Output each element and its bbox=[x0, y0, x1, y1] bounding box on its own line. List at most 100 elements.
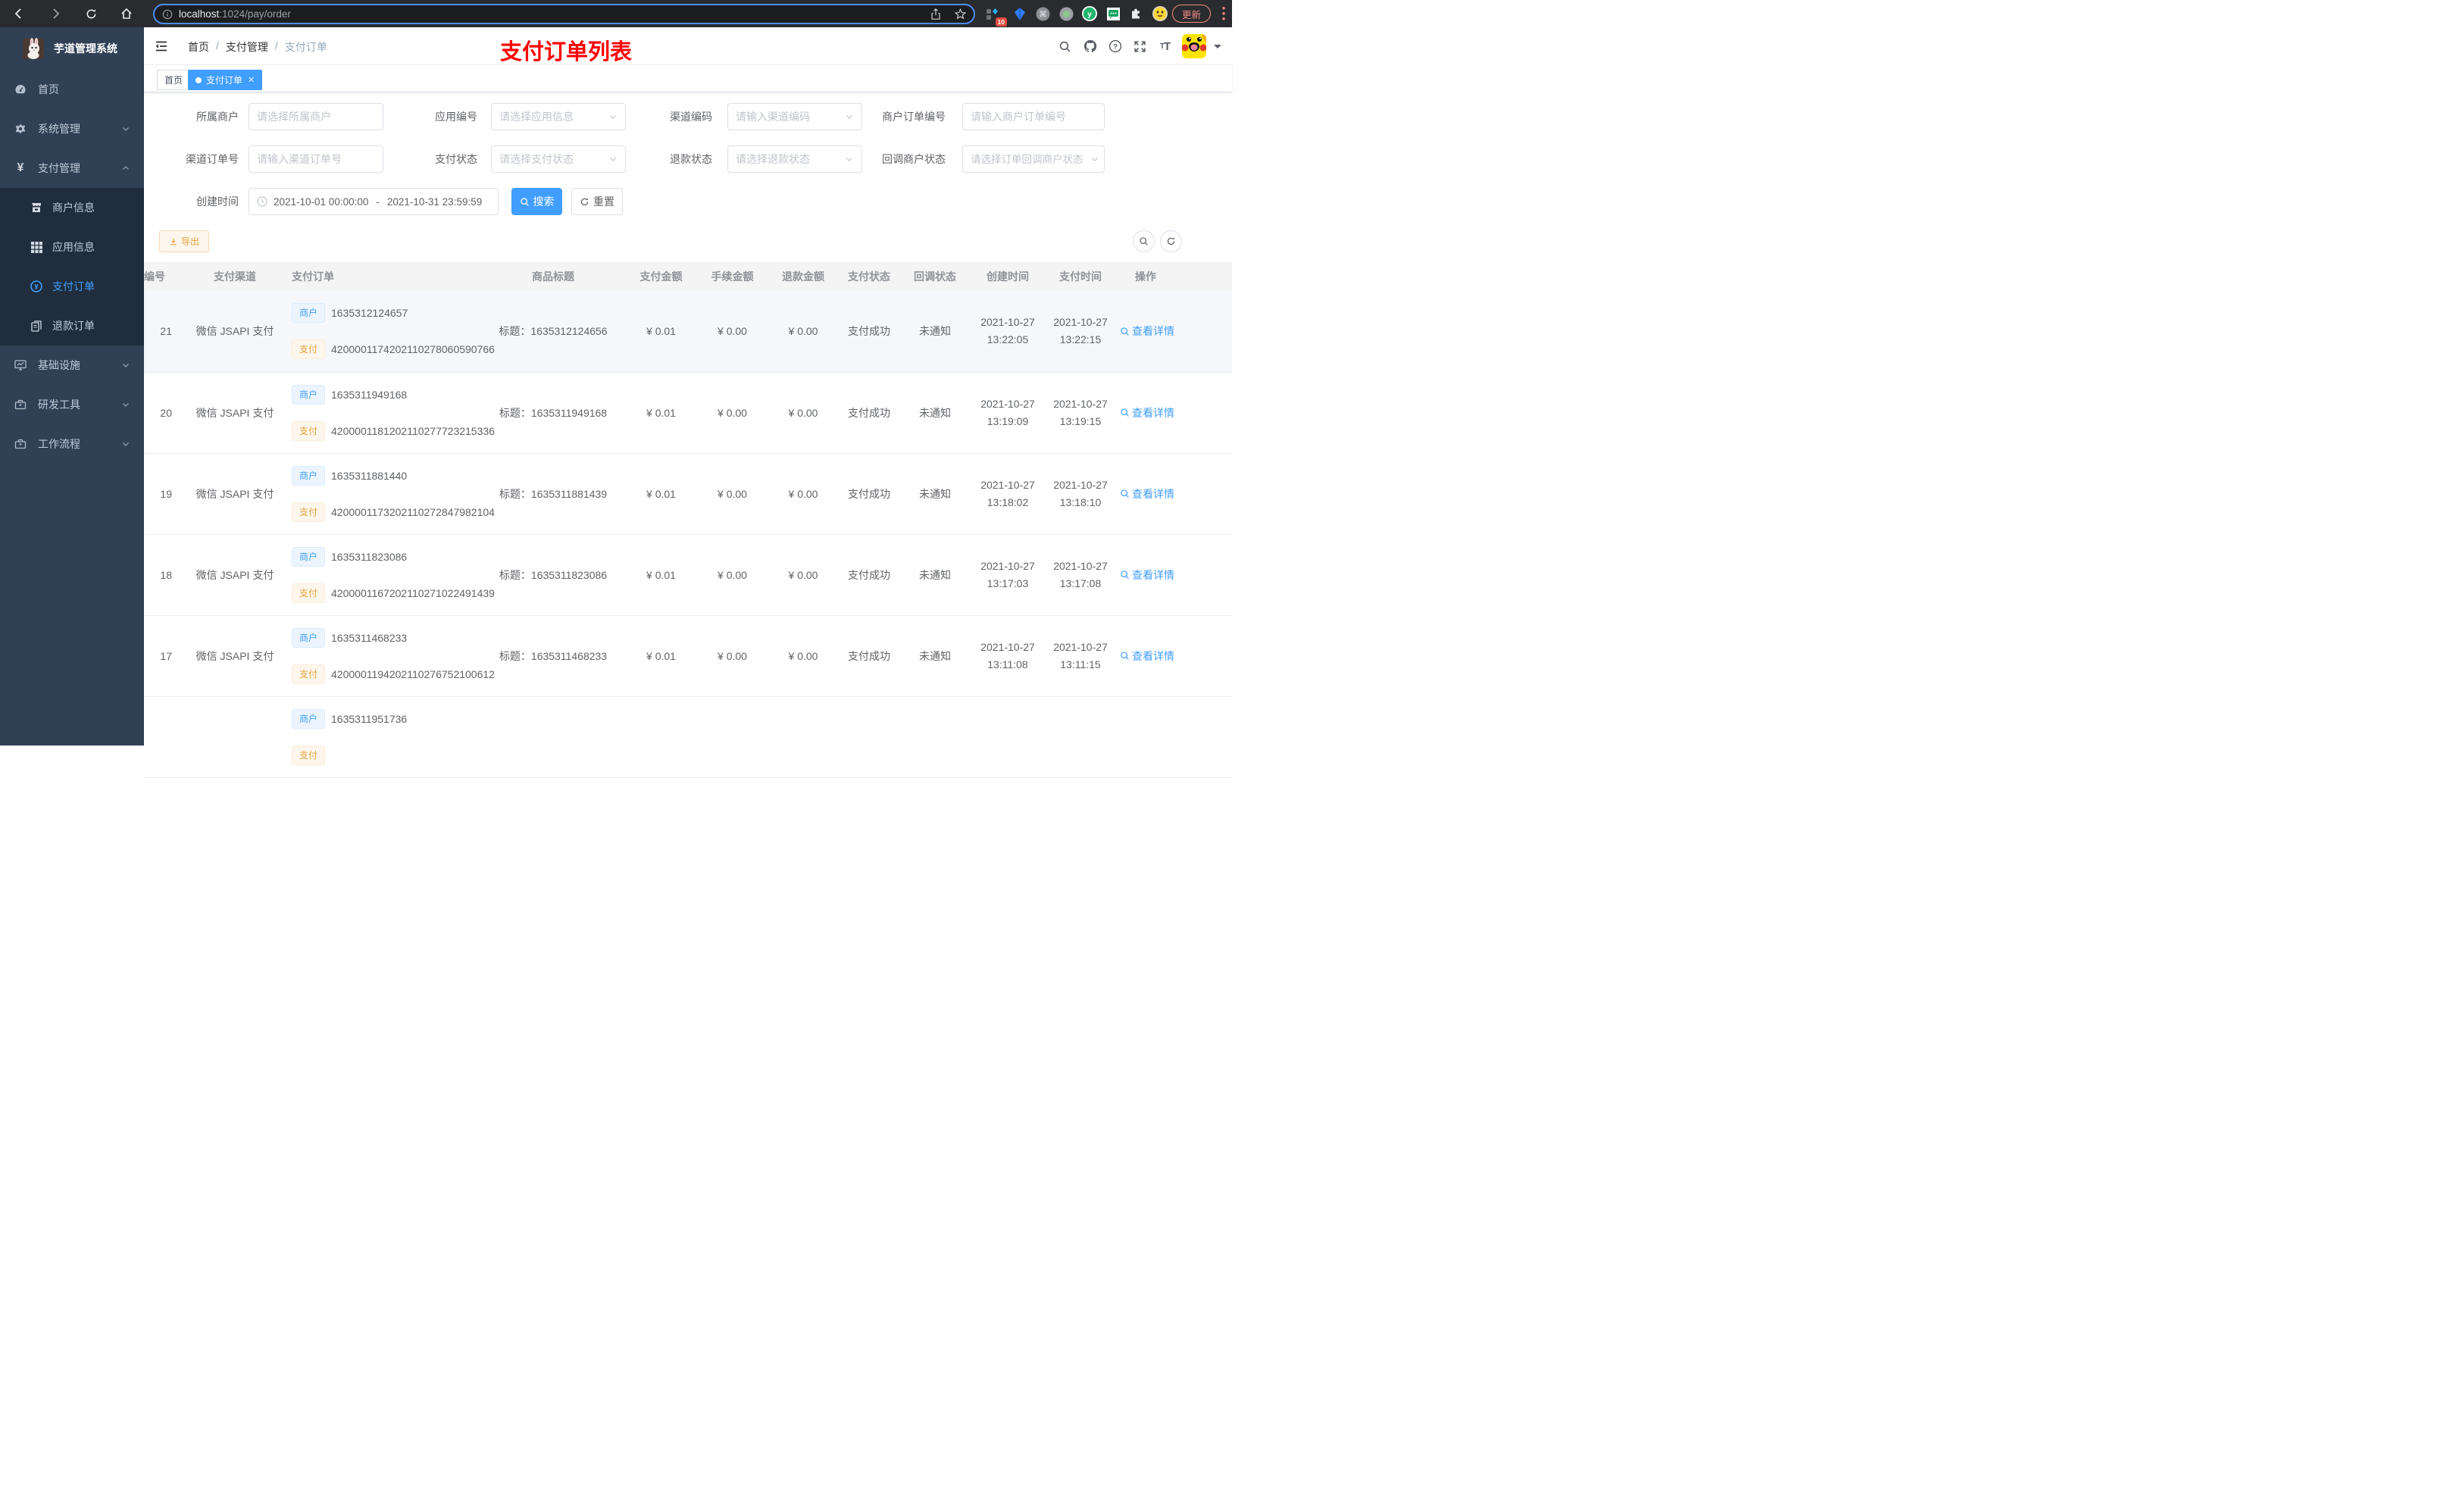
sidebar-item-label: 工作流程 bbox=[38, 438, 80, 450]
filter-label: 退款状态 bbox=[670, 153, 712, 165]
table-row-partial: 商户 1635311951736 支付 bbox=[144, 696, 1232, 778]
sidebar-item-refund-order[interactable]: 退款订单 bbox=[0, 306, 144, 345]
app-title: 芋道管理系统 bbox=[54, 42, 117, 55]
tab-pay-order[interactable]: 支付订单 ✕ bbox=[188, 70, 263, 90]
refund-status-select[interactable] bbox=[727, 145, 862, 173]
extension-tiles-icon[interactable]: 10 bbox=[983, 5, 1007, 27]
github-icon[interactable] bbox=[1077, 27, 1102, 65]
sidebar-item-merchant-info[interactable]: 商户信息 bbox=[0, 188, 144, 227]
col-amount: 支付金额 bbox=[621, 262, 701, 291]
search-button[interactable]: 搜索 bbox=[511, 188, 562, 215]
merchant-select[interactable] bbox=[249, 103, 383, 130]
site-info-icon[interactable] bbox=[162, 9, 173, 20]
chrome-menu-icon[interactable]: • • • bbox=[1221, 3, 1226, 23]
chevron-down-icon bbox=[121, 439, 130, 449]
sidebar-item-app-info[interactable]: 应用信息 bbox=[0, 227, 144, 267]
col-channel: 支付渠道 bbox=[178, 262, 292, 291]
export-button[interactable]: 导出 bbox=[159, 230, 210, 252]
merchant-tag: 商户 bbox=[292, 384, 326, 405]
breadcrumb-pay[interactable]: 支付管理 bbox=[226, 39, 268, 55]
col-id: 编号 bbox=[144, 262, 178, 291]
sidebar-item-home[interactable]: 首页 bbox=[0, 70, 144, 109]
user-caret-icon[interactable] bbox=[1214, 45, 1221, 52]
notify-status-select[interactable] bbox=[962, 145, 1105, 173]
merchant-tag: 商户 bbox=[292, 546, 326, 567]
search-icon[interactable] bbox=[1052, 27, 1077, 65]
sidebar-item-label: 退款订单 bbox=[52, 320, 95, 332]
fullscreen-icon[interactable] bbox=[1127, 27, 1152, 65]
command-extension-icon[interactable]: ⌘ bbox=[1033, 5, 1052, 23]
pay-submenu: 商户信息 应用信息 ¥ 支付订单 退款订单 bbox=[0, 188, 144, 345]
channel-code-select[interactable] bbox=[727, 103, 862, 130]
svg-text:y: y bbox=[1087, 11, 1092, 19]
app-select[interactable] bbox=[491, 103, 626, 130]
chrome-update-button[interactable]: 更新 bbox=[1171, 5, 1211, 23]
col-fee: 手续金额 bbox=[701, 262, 764, 291]
filter-label: 商户订单编号 bbox=[882, 111, 946, 123]
chevron-down-icon bbox=[608, 112, 618, 121]
table-toolbar: 导出 bbox=[144, 227, 1232, 262]
refresh-table-button[interactable] bbox=[1160, 230, 1182, 252]
tab-home[interactable]: 首页 bbox=[157, 70, 191, 90]
sidebar-item-workflow[interactable]: 工作流程 bbox=[0, 424, 144, 464]
col-actions: 操作 bbox=[1120, 262, 1232, 291]
sidebar-item-label: 应用信息 bbox=[52, 241, 95, 253]
url-bar[interactable]: localhost:1024/pay/order bbox=[153, 4, 975, 24]
y-extension-icon[interactable]: y bbox=[1080, 5, 1099, 23]
menu-fold-icon[interactable] bbox=[154, 39, 170, 54]
view-detail-link[interactable]: 查看详情 bbox=[1120, 649, 1174, 664]
view-detail-link[interactable]: 查看详情 bbox=[1120, 486, 1174, 502]
help-icon[interactable]: ? bbox=[1102, 27, 1127, 65]
briefcase-icon bbox=[14, 438, 27, 450]
breadcrumb-home[interactable]: 首页 bbox=[188, 39, 209, 55]
forward-icon[interactable] bbox=[45, 0, 66, 27]
back-icon[interactable] bbox=[8, 0, 30, 27]
reset-button[interactable]: 重置 bbox=[571, 188, 623, 215]
browser-chrome: localhost:1024/pay/order 10 ⌘ y 更新 • • • bbox=[0, 0, 1232, 27]
svg-text:?: ? bbox=[1113, 42, 1118, 51]
share-icon[interactable] bbox=[930, 8, 941, 20]
sidebar-item-system[interactable]: 系统管理 bbox=[0, 109, 144, 148]
merchant-tag: 商户 bbox=[292, 303, 326, 324]
sidebar-item-pay-order[interactable]: ¥ 支付订单 bbox=[0, 267, 144, 306]
merchant-tag: 商户 bbox=[292, 627, 326, 648]
kite-extension-icon[interactable] bbox=[1011, 5, 1029, 23]
pay-tag: 支付 bbox=[292, 339, 326, 360]
close-icon[interactable]: ✕ bbox=[248, 75, 255, 85]
filter-label: 应用编号 bbox=[435, 111, 477, 123]
col-create-time: 创建时间 bbox=[974, 262, 1041, 291]
sidebar: 芋道管理系统 首页 系统管理 ¥ 支付管理 商户信息 应用信息 ¥ 支付订单 退… bbox=[0, 27, 144, 746]
clock-icon bbox=[257, 196, 267, 207]
home-icon[interactable] bbox=[116, 0, 137, 27]
search-icon bbox=[1120, 489, 1130, 499]
dashboard-icon bbox=[14, 83, 27, 95]
sidebar-item-dev-tools[interactable]: 研发工具 bbox=[0, 385, 144, 424]
table-row: 18 微信 JSAPI 支付 商户 1635311823086 支付 4200001… bbox=[144, 534, 1232, 616]
sidebar-item-pay[interactable]: ¥ 支付管理 bbox=[0, 148, 144, 188]
yen-icon: ¥ bbox=[17, 161, 24, 174]
merchant-order-no-input[interactable] bbox=[962, 103, 1105, 130]
channel-order-no-input[interactable] bbox=[249, 145, 383, 173]
view-detail-link[interactable]: 查看详情 bbox=[1120, 324, 1174, 339]
search-icon bbox=[520, 197, 530, 207]
filter-label: 回调商户状态 bbox=[882, 153, 946, 165]
view-detail-link[interactable]: 查看详情 bbox=[1120, 567, 1174, 583]
chevron-down-icon bbox=[121, 361, 130, 370]
sidebar-item-infra[interactable]: 基础设施 bbox=[0, 345, 144, 385]
show-search-toggle-button[interactable] bbox=[1133, 230, 1155, 252]
pay-tag: 支付 bbox=[292, 583, 326, 603]
table-row: 20 微信 JSAPI 支付 商户 1635311949168 支付 4200001… bbox=[144, 372, 1232, 454]
toolbox-icon bbox=[14, 399, 27, 411]
emoji-profile-icon[interactable] bbox=[1151, 5, 1169, 23]
sidebar-item-label: 支付订单 bbox=[52, 280, 95, 292]
reload-icon[interactable] bbox=[80, 0, 102, 27]
dot-extension-icon[interactable] bbox=[1057, 5, 1075, 23]
pay-status-select[interactable] bbox=[491, 145, 626, 173]
bookmark-star-icon[interactable] bbox=[955, 8, 966, 20]
view-detail-link[interactable]: 查看详情 bbox=[1120, 405, 1174, 420]
puzzle-extensions-icon[interactable] bbox=[1127, 5, 1145, 23]
avatar[interactable] bbox=[1182, 34, 1206, 58]
font-size-icon[interactable]: TT bbox=[1152, 27, 1177, 65]
chat-extension-icon[interactable] bbox=[1104, 5, 1122, 23]
create-time-range-picker[interactable]: 2021-10-01 00:00:00 - 2021-10-31 23:59:5… bbox=[249, 188, 499, 215]
